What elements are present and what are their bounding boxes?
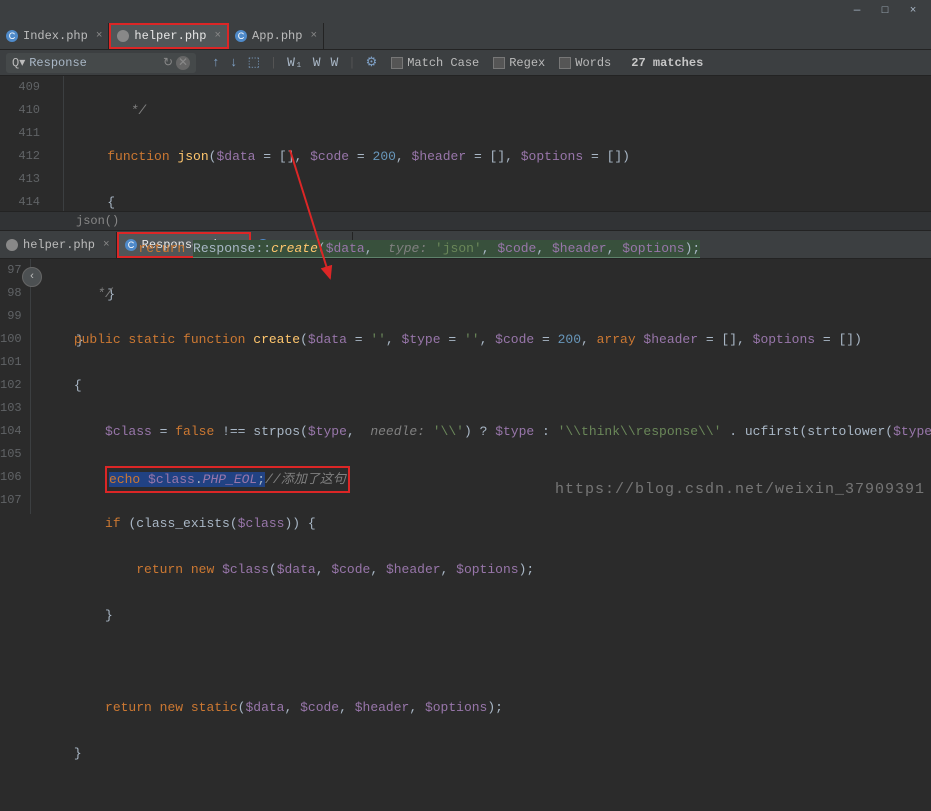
settings-icon[interactable]: ⚙	[366, 55, 378, 70]
minimize-button[interactable]: —	[843, 1, 871, 21]
match-case-label: Match Case	[407, 56, 479, 70]
clear-icon[interactable]: ✕	[176, 56, 190, 70]
php-class-icon: C	[235, 30, 247, 42]
search-icon: Q▾	[12, 55, 25, 70]
php-file-icon	[117, 30, 129, 42]
editor-pane-top: 409410411412413414 */ function json($dat…	[0, 76, 931, 211]
tab-index-php[interactable]: C Index.php ×	[0, 23, 109, 49]
window-titlebar: — □ ×	[0, 0, 931, 22]
editor-pane-bottom: 979899100101102103104105106107 */ public…	[0, 259, 931, 514]
find-input-wrapper[interactable]: Q▾ Response ↻ ✕	[6, 53, 196, 73]
find-toolbar: Q▾ Response ↻ ✕ ↑ ↓ ⬚ | W₁ W W | ⚙ Match…	[0, 50, 931, 76]
line-gutter: 979899100101102103104105106107	[0, 259, 30, 514]
editor-tabs-top: C Index.php × helper.php × C App.php ×	[0, 22, 931, 50]
highlighted-echo-line: echo $class.PHP_EOL;//添加了这句	[105, 466, 350, 493]
next-match-icon[interactable]: ↓	[230, 55, 238, 70]
regex-checkbox[interactable]	[493, 57, 505, 69]
svg-text:C: C	[9, 31, 16, 41]
close-icon[interactable]: ×	[214, 30, 221, 42]
select-word-icon[interactable]: W	[313, 55, 321, 70]
tab-label: App.php	[252, 29, 302, 43]
code-area-bottom[interactable]: */ public static function create($data =…	[31, 259, 931, 514]
line-gutter: 409410411412413414	[0, 76, 48, 211]
nav-back-icon[interactable]: ‹	[22, 267, 42, 287]
close-icon[interactable]: ×	[96, 30, 103, 42]
code-area-top[interactable]: */ function json($data = [], $code = 200…	[64, 76, 931, 211]
word-icon[interactable]: W	[331, 55, 339, 70]
regex-label: Regex	[509, 56, 545, 70]
add-selection-icon[interactable]: W₁	[287, 55, 303, 70]
tab-app-php[interactable]: C App.php ×	[229, 23, 324, 49]
watermark: https://blog.csdn.net/weixin_37909391	[555, 481, 925, 498]
tab-label: helper.php	[134, 29, 206, 43]
svg-text:C: C	[238, 31, 245, 41]
php-class-icon: C	[6, 30, 18, 42]
tab-helper-php[interactable]: helper.php ×	[109, 23, 229, 49]
words-label: Words	[575, 56, 611, 70]
fold-gutter	[48, 76, 64, 211]
close-button[interactable]: ×	[899, 1, 927, 21]
close-icon[interactable]: ×	[310, 30, 317, 42]
history-icon[interactable]: ↻	[163, 55, 173, 70]
search-query[interactable]: Response	[29, 56, 87, 70]
match-count: 27 matches	[631, 56, 703, 70]
words-checkbox[interactable]	[559, 57, 571, 69]
tab-label: Index.php	[23, 29, 88, 43]
select-all-icon[interactable]: ⬚	[248, 55, 260, 70]
match-case-checkbox[interactable]	[391, 57, 403, 69]
maximize-button[interactable]: □	[871, 1, 899, 21]
php-file-icon	[6, 239, 18, 251]
prev-match-icon[interactable]: ↑	[212, 55, 220, 70]
